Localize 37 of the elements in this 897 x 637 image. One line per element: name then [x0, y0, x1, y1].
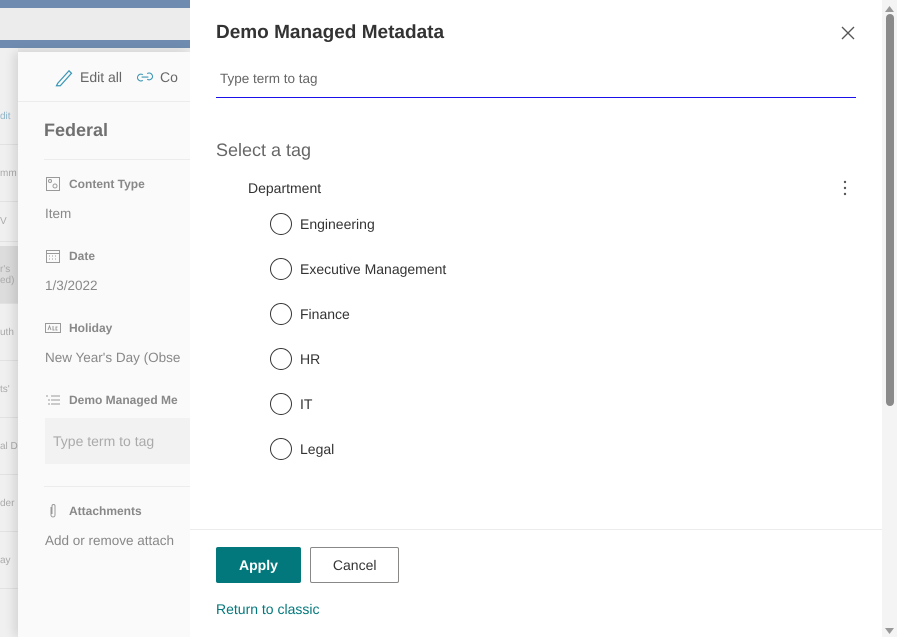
field-value: Item — [45, 206, 72, 221]
return-link[interactable]: Return to classic — [216, 601, 320, 617]
field-value: 1/3/2022 — [45, 278, 98, 293]
field-value: Add or remove attach — [45, 533, 174, 548]
field-label: Attachments — [69, 504, 142, 518]
dialog-title: Demo Managed Metadata — [216, 22, 444, 44]
radio-button[interactable] — [270, 438, 292, 460]
section-heading: Select a tag — [216, 140, 312, 161]
radio-button[interactable] — [270, 303, 292, 325]
field-value: New Year's Day (Obse — [45, 350, 180, 365]
option-label[interactable]: HR — [300, 351, 320, 367]
apply-button[interactable]: Apply — [216, 547, 301, 583]
radio-button[interactable] — [270, 348, 292, 370]
option-label[interactable]: Legal — [300, 441, 334, 457]
close-icon[interactable] — [840, 25, 856, 41]
scroll-down-icon[interactable] — [885, 628, 894, 634]
content-type-icon — [45, 176, 61, 192]
radio-button[interactable] — [270, 213, 292, 235]
calendar-icon — [45, 248, 61, 264]
scrollbar[interactable] — [882, 0, 897, 637]
cancel-button[interactable]: Cancel — [310, 547, 400, 583]
field-label: Holiday — [69, 321, 112, 335]
toolbar-button[interactable]: Edit all — [54, 66, 122, 86]
radio-button[interactable] — [270, 393, 292, 415]
text-field-icon — [45, 320, 61, 336]
field-label: Content Type — [69, 177, 145, 191]
option-label[interactable]: Executive Management — [300, 261, 446, 277]
scroll-up-icon[interactable] — [885, 6, 894, 12]
toolbar-button[interactable]: Co — [136, 68, 178, 86]
option-label[interactable]: Finance — [300, 306, 350, 322]
field-label: Date — [69, 249, 96, 263]
field-label: Demo Managed Me — [69, 393, 178, 407]
option-label[interactable]: Engineering — [300, 216, 375, 232]
group-label[interactable]: Department — [248, 180, 322, 196]
more-icon[interactable] — [842, 179, 848, 197]
option-label[interactable]: IT — [300, 396, 312, 412]
radio-button[interactable] — [270, 258, 292, 280]
